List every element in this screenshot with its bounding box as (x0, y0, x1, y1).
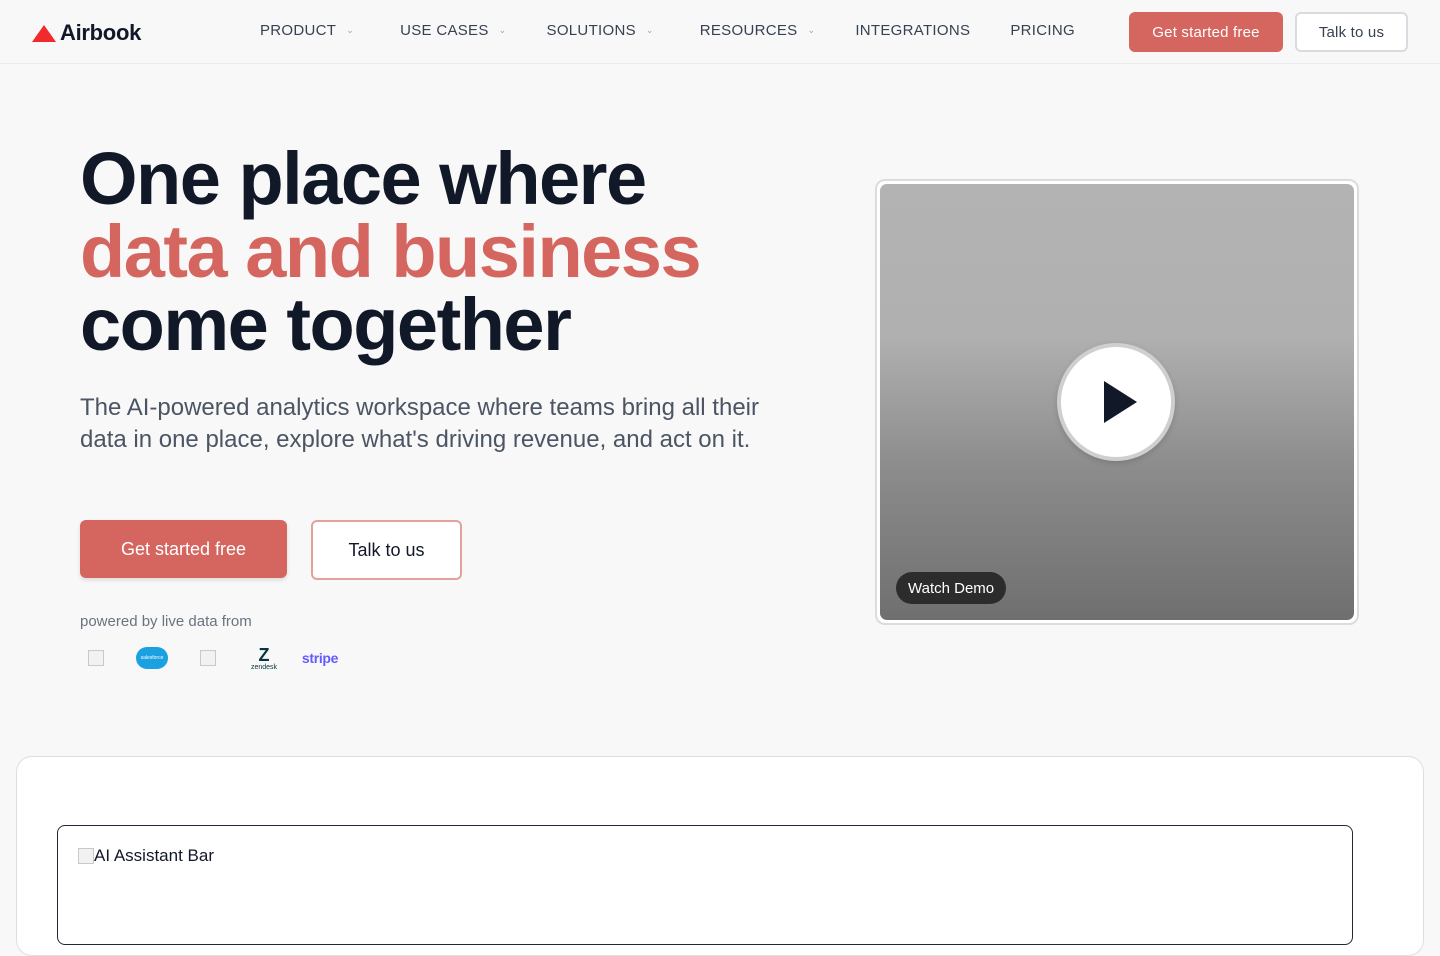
broken-image-icon (78, 848, 94, 864)
nav-item-integrations[interactable]: INTEGRATIONS (855, 22, 970, 39)
nav-item-product[interactable]: PRODUCT ⌄ (260, 22, 354, 39)
stripe-logo: stripe (301, 650, 339, 666)
chevron-down-icon: ⌄ (807, 25, 816, 35)
demo-video[interactable]: Watch Demo (880, 184, 1354, 620)
nav-item-label: PRODUCT (260, 22, 337, 39)
hero-title-line-2: data and business (80, 210, 702, 293)
chevron-down-icon: ⌄ (498, 25, 507, 35)
salesforce-logo: salesforce (136, 644, 168, 672)
ai-assistant-preview: AI Assistant Bar (57, 825, 1353, 945)
top-nav: Airbook PRODUCT ⌄ USE CASES ⌄ SOLUTIONS … (0, 0, 1440, 64)
hero-get-started-button[interactable]: Get started free (80, 520, 287, 578)
demo-video-frame: Watch Demo (875, 179, 1359, 625)
play-button[interactable] (1057, 343, 1175, 461)
brand-name: Airbook (60, 20, 142, 45)
image-alt-text: AI Assistant Bar (94, 846, 214, 865)
product-preview-card: AI Assistant Bar (16, 756, 1424, 956)
integration-logos: salesforce Zzendesk stripe (80, 644, 339, 672)
nav-talk-to-us-button[interactable]: Talk to us (1295, 12, 1408, 52)
hero-title-line-3: come together (80, 283, 572, 366)
nav-item-use-cases[interactable]: USE CASES ⌄ (400, 22, 506, 39)
broken-image-icon (192, 644, 224, 672)
hero-talk-to-us-button[interactable]: Talk to us (311, 520, 462, 580)
hero-title-line-1: One place where (80, 137, 647, 220)
nav-item-label: RESOURCES (699, 22, 798, 39)
hero-title: One place where data and business come t… (80, 142, 800, 362)
chevron-down-icon: ⌄ (346, 25, 355, 35)
ai-assistant-bar-image: AI Assistant Bar (78, 846, 214, 866)
nav-item-label: SOLUTIONS (546, 22, 636, 39)
nav-item-pricing[interactable]: PRICING (1010, 22, 1075, 39)
nav-item-label: PRICING (1010, 22, 1075, 39)
logo-triangle-icon (32, 24, 56, 42)
nav-item-resources[interactable]: RESOURCES ⌄ (700, 22, 816, 39)
powered-by-label: powered by live data from (80, 613, 252, 630)
hero-subtitle: The AI-powered analytics workspace where… (80, 394, 759, 453)
zendesk-logo: Zzendesk (250, 644, 278, 671)
nav-item-label: USE CASES (400, 22, 489, 39)
nav-get-started-button[interactable]: Get started free (1129, 12, 1283, 52)
watch-demo-badge[interactable]: Watch Demo (896, 572, 1007, 604)
nav-links: PRODUCT ⌄ USE CASES ⌄ SOLUTIONS ⌄ RESOUR… (260, 22, 1075, 39)
zendesk-z-icon: Z (258, 644, 270, 665)
nav-item-label: INTEGRATIONS (855, 22, 971, 39)
chevron-down-icon: ⌄ (645, 25, 654, 35)
play-icon (1103, 381, 1137, 423)
brand-logo[interactable]: Airbook (32, 20, 141, 46)
broken-image-icon (80, 644, 112, 672)
nav-item-solutions[interactable]: SOLUTIONS ⌄ (547, 22, 654, 39)
